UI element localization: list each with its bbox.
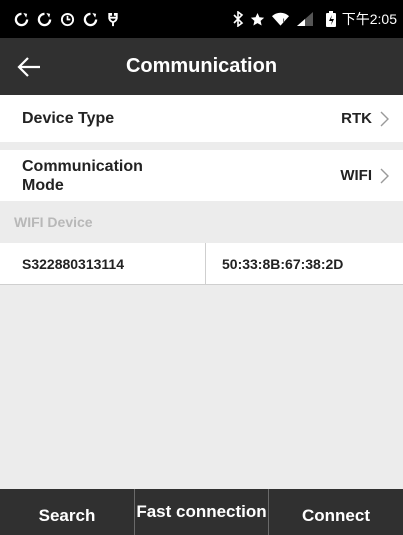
- communication-mode-label: Communication Mode: [22, 157, 143, 194]
- clock-icon: [60, 12, 75, 26]
- signal-icon: [296, 12, 313, 26]
- device-mac-cell: 50:33:8B:67:38:2D: [222, 255, 344, 272]
- back-button[interactable]: [0, 38, 58, 95]
- wifi-device-section-label: WIFI Device: [0, 201, 403, 243]
- title-bar: Communication: [0, 38, 403, 95]
- connect-button[interactable]: Connect: [269, 489, 403, 535]
- device-type-value-wrap: RTK: [341, 110, 389, 127]
- action-bar: Search Fast connection Connect: [0, 489, 403, 535]
- usb-icon: [108, 12, 118, 26]
- sync-icon: [83, 12, 98, 26]
- communication-mode-row[interactable]: Communication Mode WIFI: [0, 150, 403, 201]
- sync-icon: [14, 12, 29, 26]
- sync-icon: [37, 12, 52, 26]
- status-bar: ! 下午2:05: [0, 0, 403, 38]
- chevron-right-icon: [380, 168, 389, 183]
- communication-mode-value-wrap: WIFI: [340, 167, 389, 184]
- page-title: Communication: [125, 55, 278, 77]
- device-type-value: RTK: [341, 110, 372, 127]
- svg-text:!: !: [282, 18, 285, 26]
- fast-connection-button[interactable]: Fast connection: [135, 489, 269, 535]
- status-right-icons: ! 下午2:05: [232, 9, 397, 29]
- arrow-left-icon: [17, 56, 40, 77]
- status-time: 下午2:05: [341, 11, 397, 27]
- communication-mode-value: WIFI: [340, 167, 372, 184]
- device-name-cell: S322880313114: [0, 243, 206, 284]
- bluetooth-icon: [233, 11, 243, 27]
- device-type-label: Device Type: [22, 110, 115, 127]
- device-type-row[interactable]: Device Type RTK: [0, 95, 403, 142]
- status-left-icons: [14, 12, 120, 27]
- wifi-icon: !: [271, 12, 289, 26]
- search-button[interactable]: Search: [0, 489, 135, 535]
- table-row[interactable]: S322880313114 50:33:8B:67:38:2D: [0, 243, 403, 285]
- battery-icon: [325, 11, 336, 27]
- communication-screen: ! 下午2:05 Communication Device Type RTK C…: [0, 0, 403, 535]
- chevron-right-icon: [380, 111, 389, 126]
- star-icon: [250, 12, 264, 25]
